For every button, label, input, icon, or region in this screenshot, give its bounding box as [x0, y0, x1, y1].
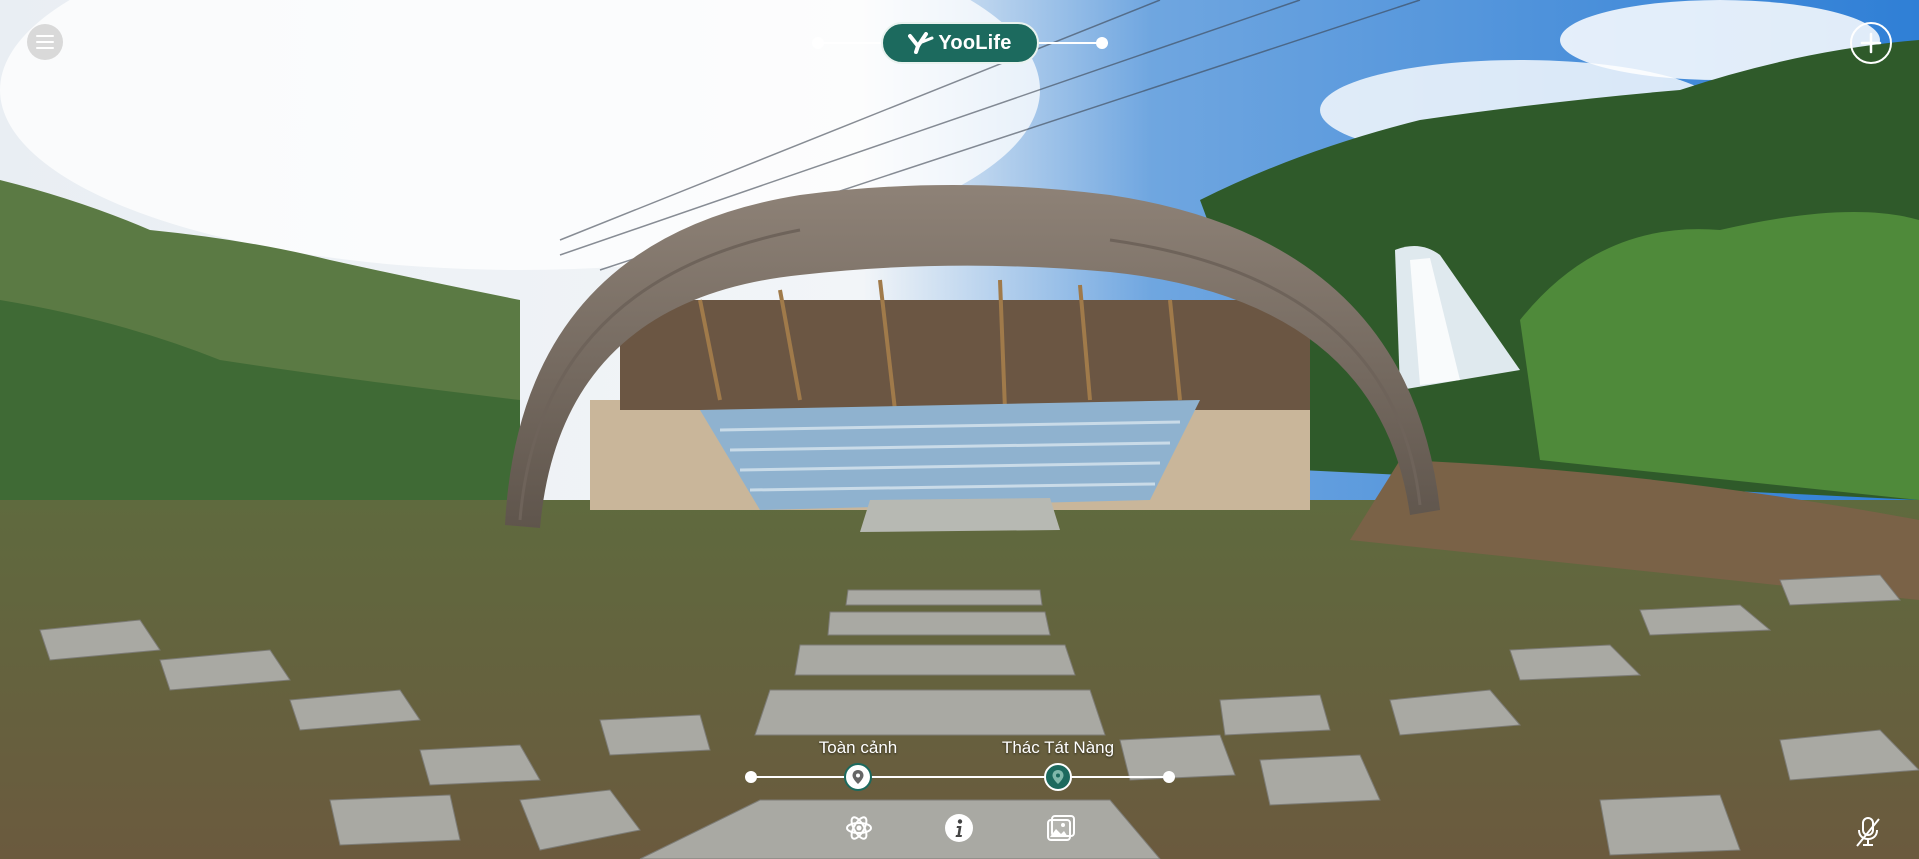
hamburger-menu-icon — [36, 35, 54, 49]
scene-label-tat-nang: Thác Tát Nàng — [1001, 738, 1115, 757]
info-button[interactable] — [943, 812, 975, 844]
scene-timeline: Toàn cảnh Thác Tát Nàng — [745, 730, 1175, 810]
info-icon — [945, 814, 973, 842]
logo-dot-left — [812, 37, 824, 49]
timeline-end-dot — [1163, 771, 1175, 783]
atom-button[interactable] — [843, 812, 875, 844]
brand-name: YooLife — [938, 31, 1012, 54]
logo-dot-right — [1096, 37, 1108, 49]
gallery-icon — [1047, 815, 1075, 841]
scene-node-overview[interactable] — [844, 763, 872, 791]
add-button[interactable] — [1850, 22, 1892, 64]
timeline-start-dot — [745, 771, 757, 783]
scene-node-tat-nang[interactable] — [1044, 763, 1072, 791]
location-pin-icon — [852, 770, 864, 784]
brand-logo[interactable]: YooLife — [881, 22, 1039, 64]
menu-button[interactable] — [27, 24, 63, 60]
scene-label-overview: Toàn cảnh — [818, 738, 898, 757]
brand-header: YooLife — [812, 22, 1108, 64]
microphone-off-icon — [1856, 817, 1880, 847]
microphone-button[interactable] — [1854, 816, 1882, 848]
gallery-button[interactable] — [1045, 812, 1077, 844]
atom-icon — [846, 816, 872, 840]
yoolife-mark-icon — [908, 32, 934, 54]
timeline-track — [751, 776, 1169, 778]
plus-circle-icon — [1860, 32, 1882, 54]
location-pin-icon — [1052, 770, 1064, 784]
